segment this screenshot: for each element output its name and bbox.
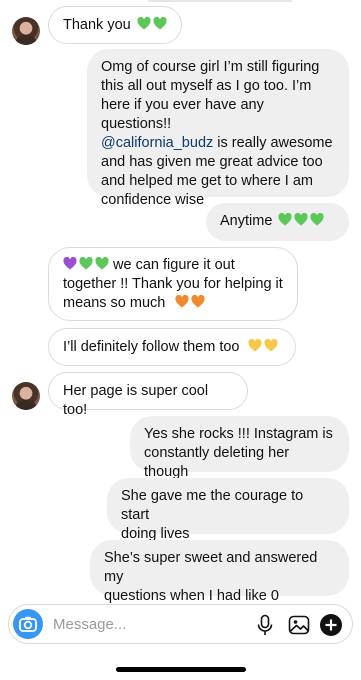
yellow-heart-icon xyxy=(248,339,262,352)
avatar[interactable] xyxy=(12,382,40,410)
orange-heart-icon xyxy=(175,295,189,308)
message-line: Yes she rocks !!! Instagram is xyxy=(144,426,333,442)
message-line: this all out myself as I go too. I’m xyxy=(101,78,312,94)
message-text: we can figure it out xyxy=(109,257,235,273)
green-heart-icon xyxy=(310,213,324,226)
message-bubble-received[interactable]: I’ll definitely follow them too xyxy=(48,328,296,366)
message-bubble-received[interactable]: Her page is super cool too! xyxy=(48,372,248,418)
green-heart-icon xyxy=(95,257,109,270)
message-bubble-received[interactable]: we can figure it out together !! Thank y… xyxy=(48,247,298,321)
message-line: Omg of course girl I’m still figuring xyxy=(101,59,320,75)
message-bubble-sent[interactable]: She gave me the courage to start doing l… xyxy=(107,478,349,542)
message-line: here if you ever have any questions!! xyxy=(101,97,264,132)
message-line: She gave me the courage to start xyxy=(121,488,304,523)
message-text: is really awesome xyxy=(213,135,333,151)
message-bubble-sent[interactable]: Omg of course girl I’m still figuring th… xyxy=(87,49,349,208)
green-heart-icon xyxy=(278,213,292,226)
message-composer: Message... xyxy=(8,604,353,644)
green-heart-icon xyxy=(137,17,151,30)
yellow-heart-icon xyxy=(264,339,278,352)
message-line: and helped me get to where I am xyxy=(101,173,313,189)
message-line: constantly deleting her though xyxy=(144,445,290,480)
message-input[interactable]: Message... xyxy=(53,616,126,633)
message-bubble-sent[interactable]: Yes she rocks !!! Instagram is constantl… xyxy=(130,416,349,480)
camera-icon xyxy=(19,616,37,632)
add-icon[interactable] xyxy=(319,613,343,637)
message-text: Her page is super cool too! xyxy=(63,383,209,418)
gallery-icon[interactable] xyxy=(287,613,311,637)
message-line: She’s super sweet and answered my xyxy=(104,550,318,585)
orange-heart-icon xyxy=(191,295,205,308)
home-indicator[interactable] xyxy=(116,667,246,672)
message-line: together !! Thank you for helping it xyxy=(63,276,283,292)
message-text: Thank you xyxy=(63,17,131,33)
green-heart-icon xyxy=(79,257,93,270)
camera-button[interactable] xyxy=(13,609,43,639)
message-bubble-received[interactable]: Thank you xyxy=(48,6,182,44)
message-text: Anytime xyxy=(220,213,273,229)
message-bubble-sent[interactable]: She’s super sweet and answered my questi… xyxy=(90,540,349,623)
green-heart-icon xyxy=(153,17,167,30)
message-text: I’ll definitely follow them too xyxy=(63,339,240,355)
avatar[interactable] xyxy=(12,17,40,45)
mention-link[interactable]: @california_budz xyxy=(101,135,213,151)
purple-heart-icon xyxy=(63,257,77,270)
previous-message-edge xyxy=(148,0,292,2)
message-line: and has given me great advice too xyxy=(101,154,323,170)
green-heart-icon xyxy=(294,213,308,226)
message-bubble-sent[interactable]: Anytime xyxy=(206,203,349,241)
message-text: means so much xyxy=(63,295,166,311)
microphone-icon[interactable] xyxy=(253,613,277,637)
